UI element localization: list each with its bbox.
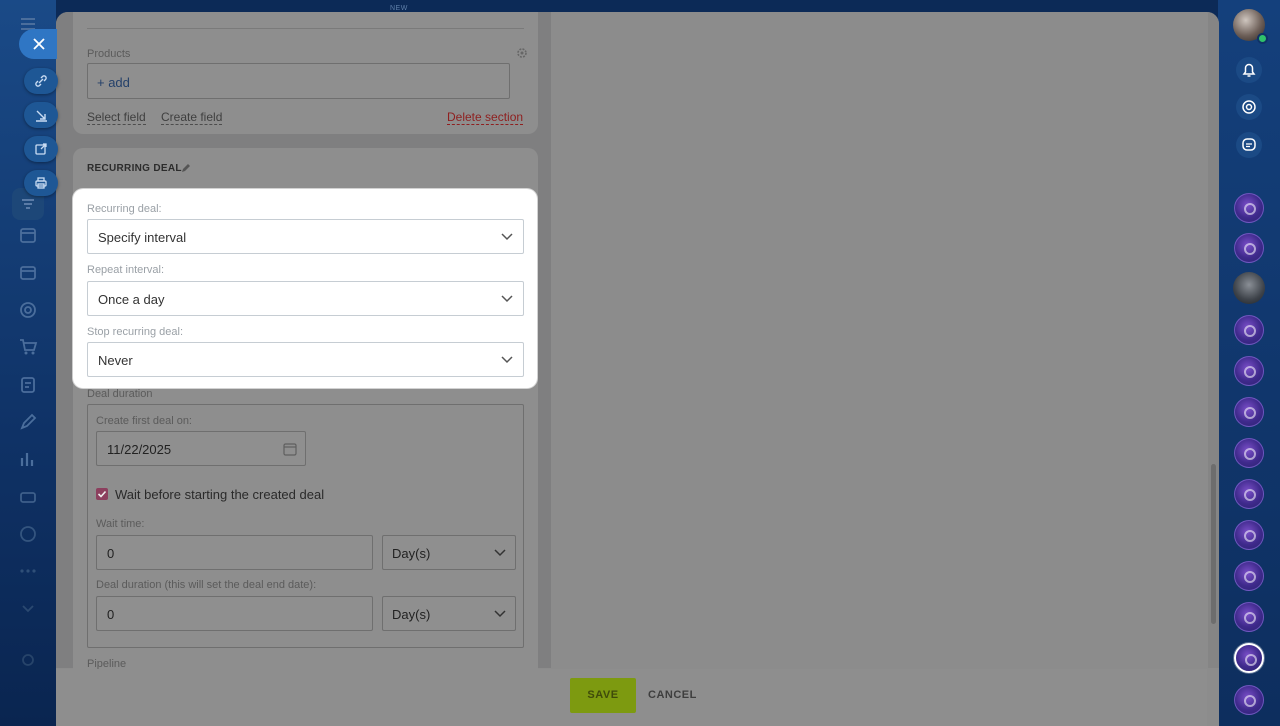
open-new-window-button[interactable] xyxy=(24,136,58,162)
print-button[interactable] xyxy=(24,170,58,196)
stop-recurring-label: Stop recurring deal: xyxy=(87,326,183,338)
add-product-link[interactable]: + add xyxy=(97,75,130,90)
chat-item[interactable] xyxy=(1234,602,1264,632)
stop-recurring-select[interactable]: Never xyxy=(87,342,524,377)
close-icon xyxy=(33,38,45,50)
user-avatar[interactable] xyxy=(1233,9,1268,44)
new-badge: NEW xyxy=(390,5,408,12)
chat-item[interactable] xyxy=(1234,685,1264,715)
chat-avatar[interactable] xyxy=(1233,272,1265,304)
scrollbar[interactable] xyxy=(1208,12,1219,668)
create-first-deal-date-input[interactable]: 11/22/2025 xyxy=(96,431,306,466)
download-button[interactable] xyxy=(24,102,58,128)
chevron-down-icon[interactable] xyxy=(18,598,38,618)
chat-item[interactable] xyxy=(1234,193,1264,223)
wait-checkbox-label: Wait before starting the created deal xyxy=(115,487,325,502)
section-title: RECURRING DEAL xyxy=(87,163,182,174)
delete-section-link[interactable]: Delete section xyxy=(447,110,524,125)
products-card: Products + add Select field Create field… xyxy=(73,12,538,134)
slider-footer: SAVE CANCEL xyxy=(56,669,1207,726)
chat-item[interactable] xyxy=(1234,520,1264,550)
chart-nav-icon[interactable] xyxy=(18,449,38,469)
calendar-nav-icon[interactable] xyxy=(18,225,38,245)
settings-nav-icon[interactable] xyxy=(18,650,38,670)
pencil-icon[interactable] xyxy=(181,163,191,173)
scrollbar-thumb[interactable] xyxy=(1211,464,1216,624)
link-icon xyxy=(35,75,47,87)
calendar-icon[interactable] xyxy=(283,442,297,456)
wait-unit-select[interactable]: Day(s) xyxy=(382,535,516,570)
right-sidebar xyxy=(1218,0,1280,726)
recurring-settings-highlight: Recurring deal: Specify interval Repeat … xyxy=(73,189,537,388)
repeat-interval-label: Repeat interval: xyxy=(87,264,165,276)
select-field-link[interactable]: Select field xyxy=(87,110,146,125)
divider xyxy=(87,28,524,29)
document-nav-icon[interactable] xyxy=(18,375,38,395)
cancel-button[interactable]: CANCEL xyxy=(648,678,696,713)
chat-item[interactable] xyxy=(1234,561,1264,591)
create-field-link[interactable]: Create field xyxy=(161,110,223,125)
cart-nav-icon[interactable] xyxy=(18,337,38,357)
more-nav-icon[interactable] xyxy=(18,561,38,581)
chevron-down-icon xyxy=(501,295,513,303)
chevron-down-icon xyxy=(494,549,506,557)
repeat-interval-select[interactable]: Once a day xyxy=(87,281,524,316)
store-nav-icon[interactable] xyxy=(18,262,38,282)
products-label: Products xyxy=(87,48,131,60)
wait-time-input[interactable]: 0 xyxy=(96,535,373,570)
close-slider-button[interactable] xyxy=(19,29,57,59)
chat-item[interactable] xyxy=(1234,315,1264,345)
duration-input[interactable]: 0 xyxy=(96,596,373,631)
pen-nav-icon[interactable] xyxy=(18,412,38,432)
save-button[interactable]: SAVE xyxy=(570,678,636,713)
bell-icon[interactable] xyxy=(1235,56,1263,84)
chat-item[interactable] xyxy=(1234,438,1264,468)
chat-item[interactable] xyxy=(1234,233,1264,263)
recurring-deal-label: Recurring deal: xyxy=(87,203,162,215)
online-status-icon xyxy=(1257,33,1268,44)
duration-label: Deal duration (this will set the deal en… xyxy=(96,579,317,591)
create-first-deal-label: Create first deal on: xyxy=(96,415,192,427)
deal-duration-label: Deal duration xyxy=(87,388,153,400)
wait-time-label: Wait time: xyxy=(96,518,145,530)
gear-icon[interactable] xyxy=(516,47,528,59)
chevron-down-icon xyxy=(501,233,513,241)
print-icon xyxy=(35,177,47,189)
external-link-icon xyxy=(35,143,47,155)
chat-item[interactable] xyxy=(1234,479,1264,509)
chat-item[interactable] xyxy=(1234,397,1264,427)
checkmark-icon xyxy=(97,490,107,498)
target-nav-icon[interactable] xyxy=(18,300,38,320)
chevron-down-icon xyxy=(501,356,513,364)
download-icon xyxy=(36,110,47,122)
chevron-down-icon xyxy=(494,610,506,618)
wait-checkbox[interactable] xyxy=(96,488,108,500)
activity-icon[interactable] xyxy=(1235,93,1263,121)
chat-item[interactable] xyxy=(1234,356,1264,386)
duration-unit-select[interactable]: Day(s) xyxy=(382,596,516,631)
chat-item-active[interactable] xyxy=(1234,643,1264,673)
add-product-field[interactable]: + add xyxy=(87,63,510,99)
copy-link-button[interactable] xyxy=(24,68,58,94)
chat-search-icon[interactable] xyxy=(1235,131,1263,159)
recurring-deal-select[interactable]: Specify interval xyxy=(87,219,524,254)
tray-nav-icon[interactable] xyxy=(18,487,38,507)
globe-nav-icon[interactable] xyxy=(18,524,38,544)
deal-duration-box: Create first deal on: 11/22/2025 Wait be… xyxy=(87,404,524,648)
